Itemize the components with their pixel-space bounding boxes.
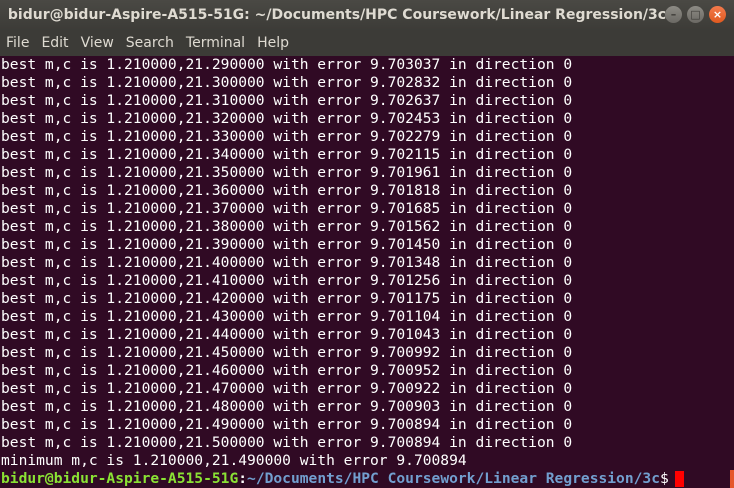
terminal-window: bidur@bidur-Aspire-A515-51G: ~/Documents… bbox=[0, 0, 734, 488]
scrollbar-indicator[interactable] bbox=[730, 470, 734, 488]
output-line: best m,c is 1.210000,21.500000 with erro… bbox=[1, 434, 573, 451]
menu-search[interactable]: Search bbox=[120, 31, 180, 56]
window-controls: – □ × bbox=[665, 6, 726, 23]
output-line: best m,c is 1.210000,21.380000 with erro… bbox=[1, 218, 573, 235]
output-line: best m,c is 1.210000,21.470000 with erro… bbox=[1, 380, 573, 397]
text-cursor bbox=[674, 471, 684, 487]
close-button[interactable]: × bbox=[709, 6, 726, 23]
prompt-symbol: $ bbox=[659, 470, 669, 487]
menu-edit[interactable]: Edit bbox=[35, 31, 74, 56]
output-line: best m,c is 1.210000,21.350000 with erro… bbox=[1, 164, 573, 181]
output-line: best m,c is 1.210000,21.430000 with erro… bbox=[1, 308, 573, 325]
prompt-user-host: bidur@bidur-Aspire-A515-51G bbox=[1, 470, 239, 487]
output-line: best m,c is 1.210000,21.370000 with erro… bbox=[1, 200, 573, 217]
window-title: bidur@bidur-Aspire-A515-51G: ~/Documents… bbox=[7, 7, 667, 23]
output-line: best m,c is 1.210000,21.360000 with erro… bbox=[1, 182, 573, 199]
minimize-button[interactable]: – bbox=[665, 6, 682, 23]
output-line: best m,c is 1.210000,21.400000 with erro… bbox=[1, 254, 573, 271]
output-line: best m,c is 1.210000,21.290000 with erro… bbox=[1, 56, 573, 73]
output-line: best m,c is 1.210000,21.440000 with erro… bbox=[1, 326, 573, 343]
menu-view[interactable]: View bbox=[75, 31, 120, 56]
output-line: best m,c is 1.210000,21.300000 with erro… bbox=[1, 74, 573, 91]
output-line: best m,c is 1.210000,21.490000 with erro… bbox=[1, 416, 573, 433]
menu-file[interactable]: File bbox=[0, 31, 35, 56]
prompt-path: ~/Documents/HPC Coursework/Linear Regres… bbox=[247, 470, 660, 487]
menu-bar: File Edit View Search Terminal Help bbox=[0, 31, 734, 56]
shell-prompt[interactable]: bidur@bidur-Aspire-A515-51G:~/Documents/… bbox=[0, 470, 734, 488]
menu-help[interactable]: Help bbox=[251, 31, 295, 56]
title-bar[interactable]: bidur@bidur-Aspire-A515-51G: ~/Documents… bbox=[0, 0, 734, 31]
output-line: best m,c is 1.210000,21.340000 with erro… bbox=[1, 146, 573, 163]
terminal-output[interactable]: best m,c is 1.210000,21.290000 with erro… bbox=[0, 56, 734, 488]
output-line: best m,c is 1.210000,21.310000 with erro… bbox=[1, 92, 573, 109]
output-line: best m,c is 1.210000,21.480000 with erro… bbox=[1, 398, 573, 415]
output-line: best m,c is 1.210000,21.460000 with erro… bbox=[1, 362, 573, 379]
summary-line: minimum m,c is 1.210000,21.490000 with e… bbox=[1, 452, 467, 469]
output-line: best m,c is 1.210000,21.320000 with erro… bbox=[1, 110, 573, 127]
menu-terminal[interactable]: Terminal bbox=[180, 31, 251, 56]
output-line: best m,c is 1.210000,21.450000 with erro… bbox=[1, 344, 573, 361]
output-line: best m,c is 1.210000,21.390000 with erro… bbox=[1, 236, 573, 253]
prompt-separator: : bbox=[238, 470, 248, 487]
output-line: best m,c is 1.210000,21.410000 with erro… bbox=[1, 272, 573, 289]
output-line: best m,c is 1.210000,21.330000 with erro… bbox=[1, 128, 573, 145]
maximize-button[interactable]: □ bbox=[687, 6, 704, 23]
output-line: best m,c is 1.210000,21.420000 with erro… bbox=[1, 290, 573, 307]
